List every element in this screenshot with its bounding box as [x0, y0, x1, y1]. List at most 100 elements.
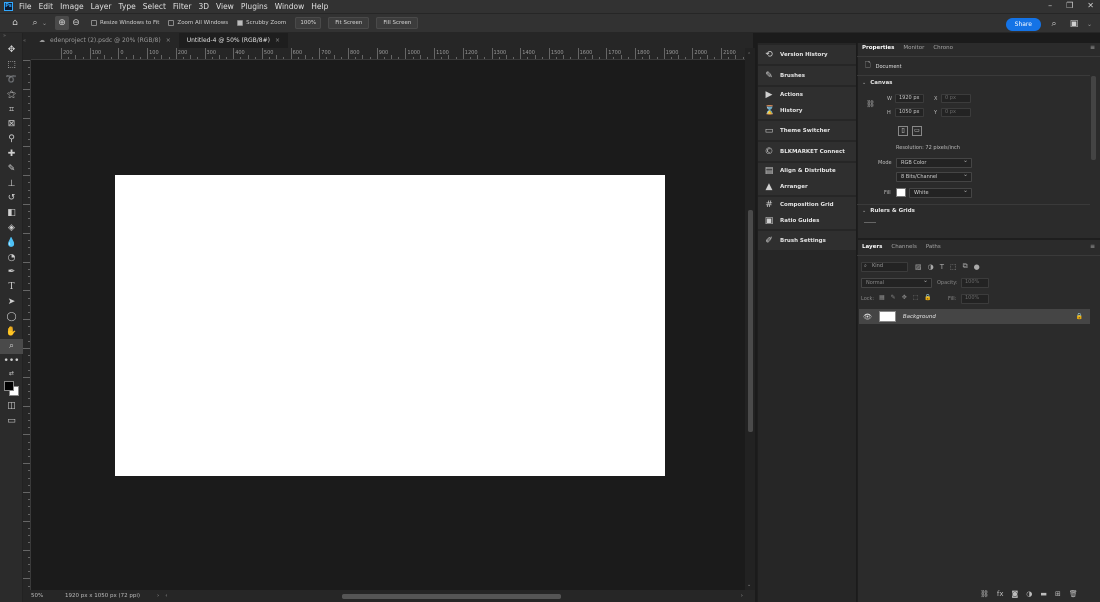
fill-select[interactable]: White	[909, 187, 972, 198]
opacity-field[interactable]: 100%	[961, 278, 989, 288]
fit-screen-button[interactable]: Fit Screen	[328, 17, 370, 29]
magic-wand-tool-icon[interactable]: ⚝	[0, 87, 23, 102]
move-tool-icon[interactable]: ✥	[0, 43, 23, 58]
toolbar-collapse-icon[interactable]: »	[0, 33, 22, 43]
panel-version-history[interactable]: ⟲ Version History	[758, 45, 856, 64]
layer-mask-icon[interactable]: ◙	[1012, 590, 1019, 598]
new-group-icon[interactable]: ▬	[1040, 590, 1047, 598]
home-icon[interactable]: ⌂	[8, 16, 22, 30]
tab-channels[interactable]: Channels	[891, 244, 916, 250]
menu-select[interactable]: Select	[143, 2, 166, 11]
type-tool-icon[interactable]: T	[0, 280, 23, 295]
delete-layer-icon[interactable]: 🗑	[1069, 590, 1078, 598]
zoom-tool-icon[interactable]: ⌕	[0, 338, 23, 354]
adjustment-layer-icon[interactable]: ◑	[1026, 590, 1032, 598]
more-tools-icon[interactable]: •••	[0, 354, 23, 369]
fill-opacity-field[interactable]: 100%	[961, 294, 989, 304]
fill-color-swatch[interactable]	[896, 188, 906, 197]
paint-bucket-tool-icon[interactable]: ◈	[0, 221, 23, 236]
height-field[interactable]: 1050 px	[895, 108, 924, 117]
filter-shape-icon[interactable]: ⬚	[950, 263, 957, 271]
panel-history[interactable]: ⌛ History	[758, 103, 856, 119]
color-mode-select[interactable]: RGB Color	[896, 157, 972, 168]
lock-artboard-icon[interactable]: ⬚	[913, 294, 919, 301]
restore-icon[interactable]: ❐	[1066, 1, 1073, 10]
rulers-grids-header[interactable]: ⌄ Rulers & Grids	[862, 208, 915, 214]
menu-3d[interactable]: 3D	[198, 2, 209, 11]
x-field[interactable]: 0 px	[941, 94, 971, 103]
panel-blkmarket[interactable]: © BLKMARKET Connect	[758, 142, 856, 161]
lock-image-icon[interactable]: ✎	[891, 294, 896, 301]
visibility-eye-icon[interactable]: 👁	[863, 313, 872, 321]
screen-mode-icon[interactable]: ▭	[0, 413, 23, 428]
resize-windows-checkbox[interactable]	[91, 20, 98, 26]
color-swatches[interactable]	[0, 379, 22, 399]
canvas-section-header[interactable]: ⌄ Canvas	[862, 80, 892, 86]
layer-row[interactable]: 👁 Background 🔒	[859, 309, 1090, 324]
workspace-icon[interactable]: ▣	[1067, 17, 1081, 31]
vertical-ruler[interactable]	[23, 60, 31, 590]
panel-actions[interactable]: ▶ Actions	[758, 87, 856, 103]
filter-toggle-icon[interactable]: ●	[974, 263, 980, 271]
bit-depth-select[interactable]: 8 Bits/Channel	[896, 171, 972, 182]
properties-menu-icon[interactable]: ≡	[1090, 44, 1095, 51]
scroll-up-icon[interactable]: ⌃	[747, 52, 751, 58]
portrait-orientation-icon[interactable]: ▯	[898, 126, 908, 136]
menu-plugins[interactable]: Plugins	[241, 2, 268, 11]
panel-ratio-guides[interactable]: ▣ Ratio Guides	[758, 213, 856, 229]
menu-image[interactable]: Image	[60, 2, 84, 11]
blur-tool-icon[interactable]: 💧	[0, 235, 23, 250]
minimize-icon[interactable]: –	[1048, 1, 1052, 10]
panel-align-distribute[interactable]: ▤ Align & Distribute	[758, 163, 856, 179]
menu-file[interactable]: File	[19, 2, 32, 11]
filter-adjustment-icon[interactable]: ◑	[928, 263, 934, 271]
frame-tool-icon[interactable]: ⊠	[0, 117, 23, 132]
document-canvas[interactable]	[115, 175, 665, 476]
new-layer-icon[interactable]: ⊞	[1055, 590, 1061, 598]
fill-screen-button[interactable]: Fill Screen	[376, 17, 419, 29]
filter-type-icon[interactable]: T	[940, 263, 944, 271]
menu-layer[interactable]: Layer	[91, 2, 112, 11]
properties-scroll-thumb[interactable]	[1091, 76, 1096, 160]
lock-transparent-icon[interactable]: ▦	[879, 294, 885, 301]
lock-all-icon[interactable]: 🔒	[924, 294, 931, 301]
zoom-level[interactable]: 50%	[31, 593, 65, 599]
eyedropper-tool-icon[interactable]: ⚲	[0, 132, 23, 147]
panel-composition-grid[interactable]: # Composition Grid	[758, 197, 856, 213]
menu-edit[interactable]: Edit	[39, 2, 54, 11]
hand-tool-icon[interactable]: ✋	[0, 324, 23, 339]
status-expand-icon[interactable]: ›	[157, 593, 159, 599]
panel-arranger[interactable]: ▲ Arranger	[758, 179, 856, 195]
horizontal-ruler[interactable]: 200 100 0 100 200 300 400 500 600 700 800 900 1000 11…	[31, 48, 745, 60]
tabs-collapse-icon[interactable]: «	[23, 38, 31, 44]
layer-filter-kind[interactable]: Kind	[861, 262, 908, 272]
scroll-left-icon[interactable]: ‹	[165, 593, 167, 599]
crop-tool-icon[interactable]: ⌗	[0, 102, 23, 117]
tab-edenproject[interactable]: ☁ edenproject (2).psdc @ 20% (RGB/8) ×	[31, 33, 179, 48]
zoom-tool-preset-icon[interactable]: ⌕	[28, 16, 42, 30]
marquee-tool-icon[interactable]: ⬚	[0, 58, 23, 73]
scrubby-zoom-checkbox[interactable]	[237, 20, 244, 26]
path-selection-tool-icon[interactable]: ➤	[0, 295, 23, 310]
link-dimensions-icon[interactable]: ⛓	[866, 100, 875, 108]
tab-untitled-4[interactable]: Untitled-4 @ 50% (RGB/8#) ×	[178, 33, 289, 48]
landscape-orientation-icon[interactable]: ▭	[912, 126, 922, 136]
menu-help[interactable]: Help	[311, 2, 328, 11]
menu-filter[interactable]: Filter	[173, 2, 192, 11]
tab-chrono[interactable]: Chrono	[933, 45, 953, 51]
eraser-tool-icon[interactable]: ◧	[0, 206, 23, 221]
filter-pixel-icon[interactable]: ▨	[915, 263, 922, 271]
vertical-scroll-thumb[interactable]	[748, 210, 753, 432]
swap-colors-icon[interactable]: ⇄	[0, 369, 23, 379]
menu-window[interactable]: Window	[275, 2, 305, 11]
chevron-down-icon[interactable]: ⌄	[42, 20, 47, 27]
zoom-in-icon[interactable]: ⊕	[55, 16, 70, 30]
layer-lock-icon[interactable]: 🔒	[1076, 313, 1083, 320]
blend-mode-select[interactable]: Normal	[861, 277, 932, 288]
horizontal-scroll-thumb[interactable]	[342, 594, 561, 599]
healing-brush-tool-icon[interactable]: ✚	[0, 147, 23, 162]
scroll-right-icon[interactable]: ›	[741, 593, 743, 599]
filter-smart-object-icon[interactable]: ⧉	[963, 262, 968, 271]
y-field[interactable]: 0 px	[941, 108, 971, 117]
tab-properties[interactable]: Properties	[862, 45, 894, 51]
